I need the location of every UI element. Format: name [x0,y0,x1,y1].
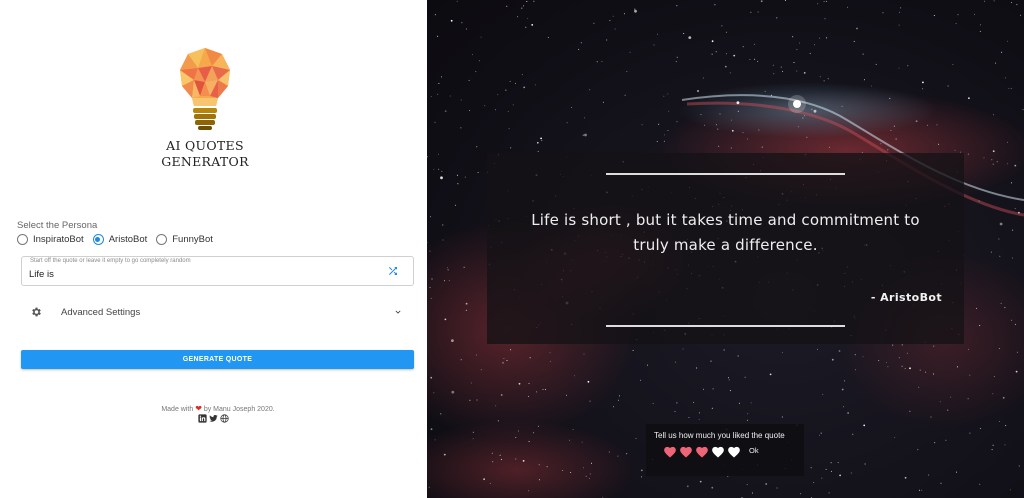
persona-radio-group: InspiratoBot AristoBot FunnyBot [17,234,222,245]
footer-author: by Manu Joseph 2020. [203,406,275,413]
gear-icon [32,307,41,317]
lightbulb-logo-icon [180,48,230,130]
rating-panel: Tell us how much you liked the quote Ok [646,424,804,476]
heart-filled-icon[interactable] [695,445,709,458]
advanced-settings-toggle[interactable]: Advanced Settings [21,298,414,326]
heart-empty-icon[interactable] [711,445,725,458]
control-panel: AI QUOTES GENERATOR Select the Persona I… [0,0,427,498]
footer-credit: Made with ❤ by Manu Joseph 2020. [100,404,336,413]
shuffle-icon[interactable] [387,265,399,277]
persona-radio-aristobot[interactable]: AristoBot [92,234,148,245]
persona-radio-inspiratobot[interactable]: InspiratoBot [17,234,84,245]
quote-start-input[interactable] [29,267,369,282]
quote-author: - AristoBot [870,291,942,304]
persona-option-label: InspiratoBot [33,234,84,245]
quote-start-hint: Start off the quote or leave it empty to… [30,258,191,264]
app-title: AI QUOTES GENERATOR [150,138,260,170]
quote-start-field: Start off the quote or leave it empty to… [21,256,414,286]
radio-circle[interactable] [17,234,28,245]
rating-ok-button[interactable]: Ok [749,446,759,455]
heart-empty-icon[interactable] [727,445,741,458]
globe-icon[interactable] [220,414,229,423]
rating-hearts [663,445,741,458]
quote-text: Life is short , but it takes time and co… [501,208,950,258]
footer-made-with: Made with [161,406,194,413]
radio-circle[interactable] [156,234,168,245]
persona-option-label: FunnyBot [172,234,213,245]
quote-top-divider [606,173,845,175]
heart-filled-icon[interactable] [679,445,693,458]
generate-quote-button[interactable]: GENERATE QUOTE [21,350,414,369]
persona-radio-funnybot[interactable]: FunnyBot [156,234,213,245]
linkedin-icon[interactable] [198,414,207,423]
heart-filled-icon[interactable] [663,445,677,458]
quote-display-panel: Life is short , but it takes time and co… [427,0,1024,498]
quote-bottom-divider [606,325,845,327]
chevron-down-icon [395,310,401,314]
heart-icon: ❤ [195,404,202,413]
persona-option-label: AristoBot [108,234,148,245]
quote-text-line1: Life is short , but it takes time and co… [531,211,920,229]
app-title-line2: GENERATOR [161,154,249,169]
twitter-icon[interactable] [209,414,218,423]
rating-prompt: Tell us how much you liked the quote [654,431,785,440]
quote-text-line2: truly make a difference. [633,236,818,254]
app-title-line1: AI QUOTES [166,138,244,153]
advanced-settings-label: Advanced Settings [61,306,141,318]
persona-label: Select the Persona [17,220,98,231]
radio-circle-selected[interactable] [92,234,104,245]
quote-card: Life is short , but it takes time and co… [487,153,964,344]
social-links [198,414,229,423]
